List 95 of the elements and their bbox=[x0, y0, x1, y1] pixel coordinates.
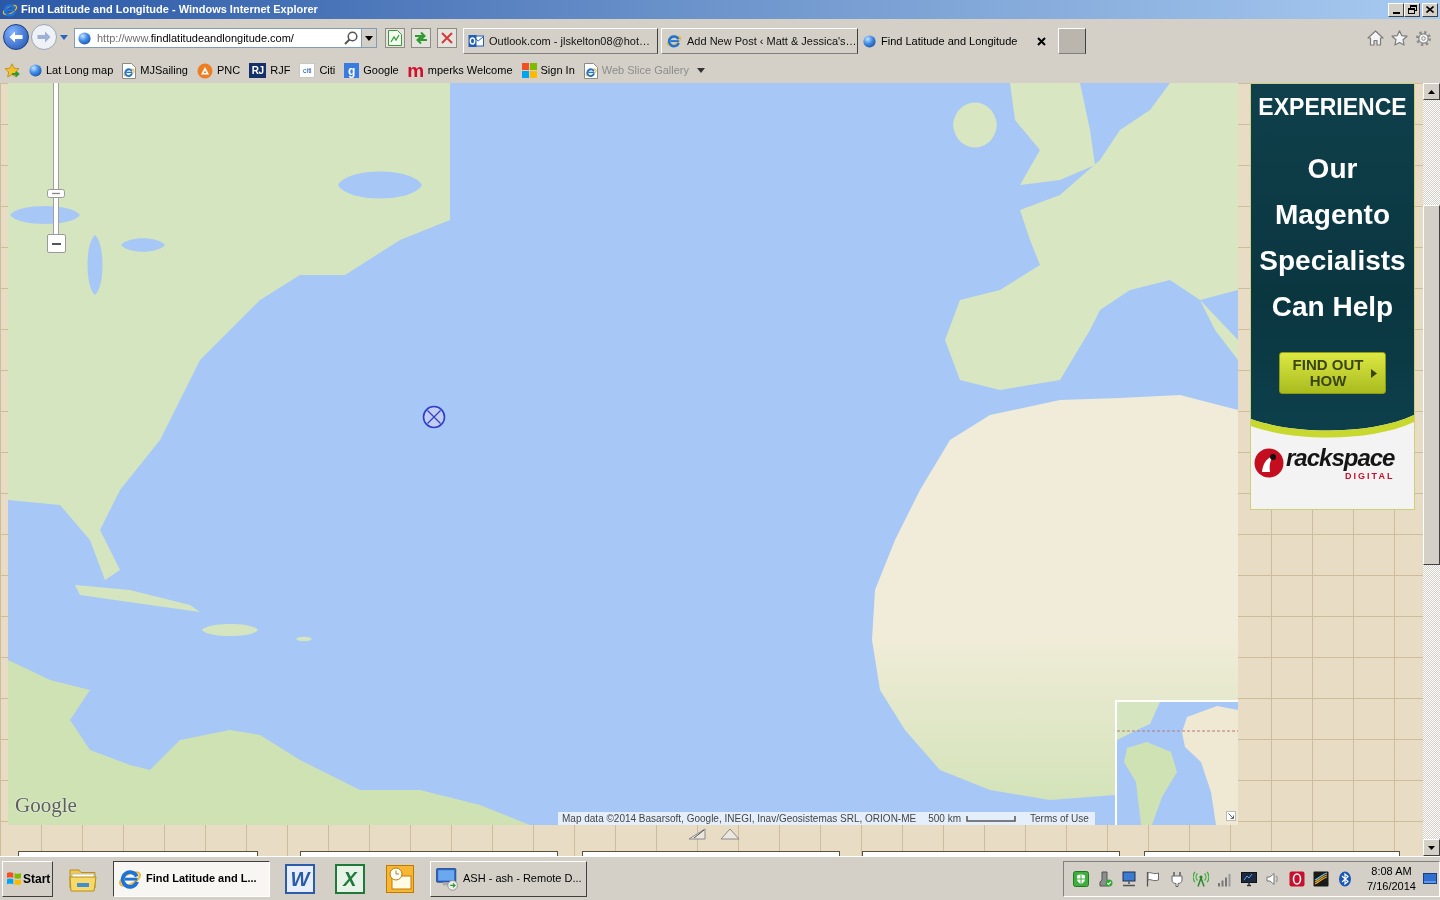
ad-banner[interactable]: EXPERIENCE Our Magento Specialists Can Help FIND OUT HOW rackspace DIGITAL bbox=[1250, 83, 1415, 510]
minimize-icon bbox=[1392, 11, 1400, 14]
play-triangle-icon bbox=[1371, 368, 1377, 378]
close-icon[interactable] bbox=[1037, 36, 1046, 46]
favorite-link[interactable]: Sign In bbox=[521, 60, 575, 81]
zoom-out-button[interactable] bbox=[47, 234, 66, 253]
tab[interactable]: Outlook.com - jlskelton08@hot… bbox=[463, 28, 658, 54]
ad-headline: Our Magento Specialists Can Help bbox=[1258, 152, 1407, 324]
four-squares-icon bbox=[521, 63, 537, 78]
marker-icon[interactable] bbox=[422, 405, 446, 429]
star-icon[interactable] bbox=[1391, 30, 1408, 46]
bluetooth-icon[interactable] bbox=[1337, 870, 1353, 887]
browser-logo-icon bbox=[2, 1, 18, 18]
triangle-logo-icon bbox=[196, 62, 213, 79]
network-icon[interactable] bbox=[1121, 870, 1137, 887]
stripes-app-icon[interactable] bbox=[1313, 870, 1329, 887]
address-field[interactable]: http://www.findlatitudeandlongitude.com/ bbox=[74, 28, 377, 48]
browser-logo-icon bbox=[666, 33, 682, 49]
dropdown-caret-icon[interactable] bbox=[60, 35, 68, 40]
scrollbar-thumb[interactable] bbox=[1423, 205, 1440, 565]
down-arrow-icon bbox=[1428, 845, 1435, 850]
window-title: Find Latitude and Longitude - Windows Internet Explorer bbox=[21, 2, 318, 17]
arrow-left-icon bbox=[9, 31, 23, 43]
ad-kicker: EXPERIENCE bbox=[1258, 93, 1407, 122]
favorite-link[interactable]: PNC bbox=[196, 60, 241, 81]
settings-icon[interactable] bbox=[1415, 30, 1432, 47]
refresh-button[interactable] bbox=[411, 28, 431, 48]
arrow-right-icon bbox=[37, 31, 51, 43]
cta-button[interactable]: FIND OUT HOW bbox=[1279, 352, 1386, 394]
terms-link[interactable]: Terms of Use bbox=[1030, 812, 1089, 825]
favorite-link[interactable]: Lat Long map bbox=[29, 60, 114, 81]
minimize-button[interactable] bbox=[1388, 2, 1404, 17]
close-button[interactable] bbox=[1422, 2, 1438, 17]
taskbar-button[interactable]: Find Latitude and L... bbox=[113, 860, 270, 897]
scroll-up-button[interactable] bbox=[1423, 83, 1440, 100]
scale-bar-icon bbox=[966, 815, 1016, 822]
compatibility-view-button[interactable] bbox=[385, 28, 405, 48]
ring-app-icon[interactable] bbox=[1289, 870, 1305, 887]
flag-icon[interactable] bbox=[1145, 870, 1161, 887]
star-arrow-icon[interactable] bbox=[4, 62, 20, 79]
calendar-clock-icon[interactable] bbox=[385, 863, 415, 894]
browser-page-icon bbox=[583, 62, 598, 79]
clock-time[interactable]: 8:08 AM bbox=[1371, 863, 1412, 879]
power-plug-icon[interactable] bbox=[1169, 870, 1185, 887]
browser-page-icon bbox=[122, 62, 137, 79]
resize-arrow-icon[interactable] bbox=[1226, 811, 1236, 821]
app-launcher-button[interactable]: X bbox=[335, 863, 365, 894]
refresh-icon bbox=[413, 31, 429, 45]
stop-button[interactable] bbox=[437, 28, 457, 48]
favorite-logo: g bbox=[344, 63, 360, 78]
display-icon[interactable] bbox=[1241, 870, 1257, 887]
start-button[interactable]: Start bbox=[2, 860, 53, 897]
figure-logo-icon bbox=[1254, 448, 1284, 478]
restore-icon bbox=[1407, 5, 1417, 14]
address-dropdown-button[interactable] bbox=[361, 29, 376, 47]
scroll-down-button[interactable] bbox=[1423, 839, 1440, 856]
restore-button[interactable] bbox=[1404, 2, 1420, 17]
favorite-logo: RJ bbox=[249, 63, 267, 78]
globe-icon bbox=[78, 31, 91, 45]
scale-label: 500 km bbox=[928, 812, 961, 825]
start-flag-icon bbox=[6, 871, 22, 886]
back-button[interactable] bbox=[3, 24, 29, 50]
clock-date[interactable]: 7/16/2014 bbox=[1367, 878, 1416, 894]
shield-icon[interactable] bbox=[1073, 870, 1089, 887]
app-launcher-button[interactable]: W bbox=[285, 863, 315, 894]
slider-thumb[interactable] bbox=[47, 189, 65, 198]
stop-icon bbox=[441, 32, 453, 44]
chart-page-icon bbox=[388, 30, 402, 46]
mail-app-icon bbox=[468, 33, 484, 49]
wireless-antenna-icon[interactable] bbox=[1193, 870, 1209, 887]
logo-wordmark: rackspace bbox=[1286, 445, 1395, 471]
home-icon[interactable] bbox=[1367, 30, 1384, 46]
globe-icon bbox=[863, 34, 876, 48]
caret-icon bbox=[365, 35, 373, 41]
favorite-link[interactable]: MJSailing bbox=[122, 60, 188, 81]
favorite-logo: m bbox=[407, 62, 424, 79]
remote-desktop-icon bbox=[435, 866, 459, 891]
speaker-icon[interactable] bbox=[1265, 870, 1281, 887]
search-icon[interactable] bbox=[344, 31, 358, 45]
logo-subtitle: DIGITAL bbox=[1345, 471, 1395, 481]
plug-check-icon[interactable] bbox=[1097, 870, 1113, 887]
taskbar-button[interactable]: ASH - ash - Remote D... bbox=[430, 860, 587, 897]
favorite-link[interactable]: RJ RJF bbox=[249, 60, 291, 81]
attribution-text: Map data ©2014 Basarsoft, Google, INEGI, Inav/Geosistemas SRL, ORION-ME bbox=[562, 812, 917, 825]
tab[interactable]: Add New Post ‹ Matt & Jessica's… bbox=[661, 28, 858, 54]
map-logo: Google bbox=[15, 793, 77, 817]
close-icon bbox=[1426, 6, 1434, 13]
globe-icon bbox=[29, 64, 42, 77]
scrollbar-track[interactable] bbox=[1423, 83, 1440, 856]
minus-icon bbox=[52, 242, 61, 245]
corner-triangle-icon[interactable] bbox=[688, 828, 706, 840]
up-arrow-icon bbox=[1428, 89, 1435, 94]
show-desktop-icon[interactable] bbox=[1423, 871, 1437, 886]
new-tab-button[interactable] bbox=[1058, 28, 1086, 54]
favorite-link[interactable]: g Google bbox=[344, 60, 399, 81]
